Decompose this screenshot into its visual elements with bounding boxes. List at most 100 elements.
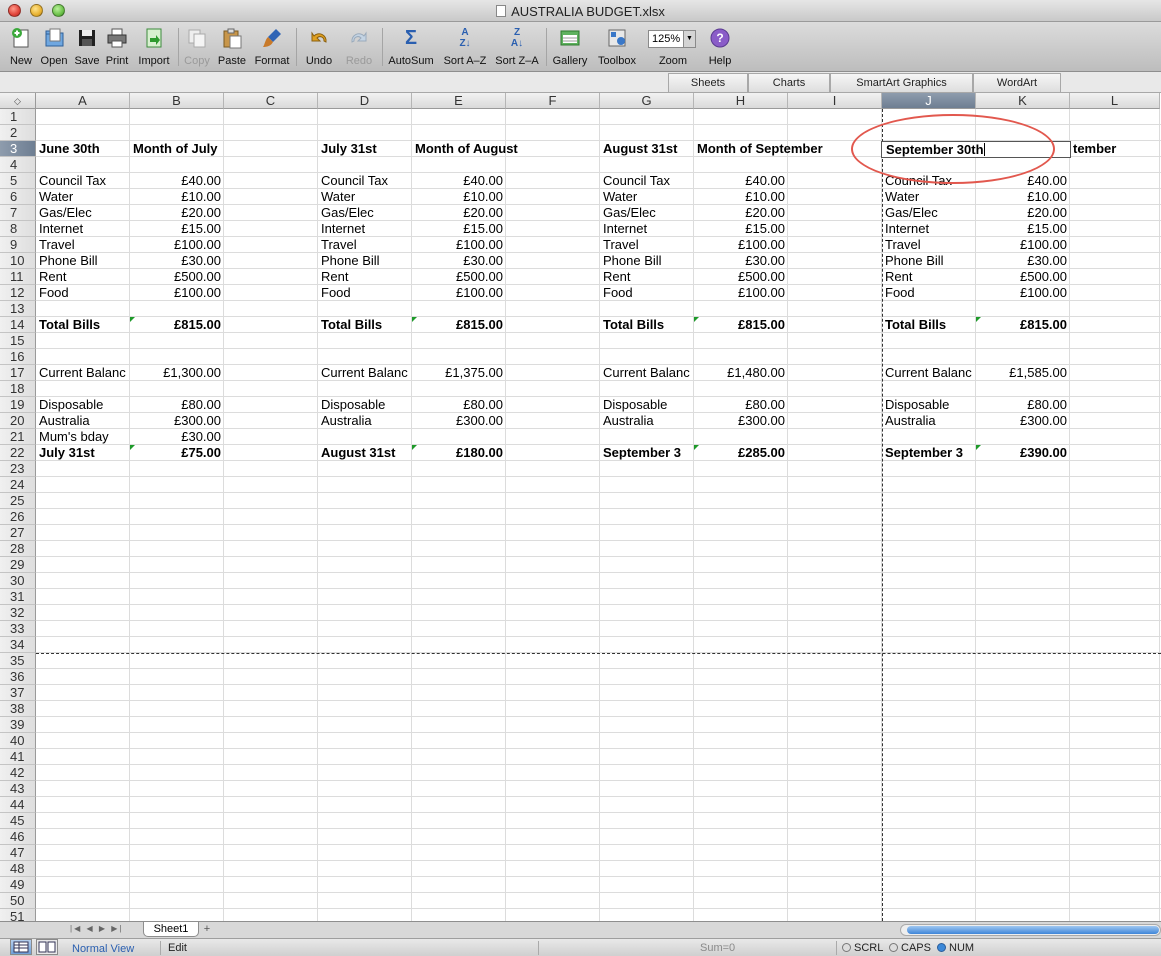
- column-header-j[interactable]: J: [882, 93, 976, 109]
- balance-label-cell[interactable]: Current Balanc: [318, 365, 412, 381]
- end-date-cell[interactable]: September 3: [600, 445, 694, 461]
- row-header-6[interactable]: 6: [0, 189, 36, 205]
- row-header-37[interactable]: 37: [0, 685, 36, 701]
- end-balance-cell[interactable]: £285.00: [694, 445, 788, 461]
- bill-amount-cell[interactable]: £40.00: [130, 173, 224, 189]
- balance-value-cell[interactable]: £1,300.00: [130, 365, 224, 381]
- column-header-a[interactable]: A: [36, 93, 130, 109]
- australia-label-cell[interactable]: Australia: [36, 413, 130, 429]
- bill-label-cell[interactable]: Travel: [600, 237, 694, 253]
- bill-amount-cell[interactable]: £100.00: [694, 237, 788, 253]
- row-header-8[interactable]: 8: [0, 221, 36, 237]
- row-header-42[interactable]: 42: [0, 765, 36, 781]
- column-header-f[interactable]: F: [506, 93, 600, 109]
- end-balance-cell[interactable]: £390.00: [976, 445, 1070, 461]
- column-header-e[interactable]: E: [412, 93, 506, 109]
- row-header-50[interactable]: 50: [0, 893, 36, 909]
- row-header-16[interactable]: 16: [0, 349, 36, 365]
- bill-label-cell[interactable]: Water: [318, 189, 412, 205]
- bill-label-cell[interactable]: Gas/Elec: [882, 205, 976, 221]
- sort-ascending-button[interactable]: A Z↓ Sort A–Z: [440, 25, 490, 71]
- bill-label-cell[interactable]: Phone Bill: [882, 253, 976, 269]
- bill-amount-cell[interactable]: £100.00: [694, 285, 788, 301]
- column-header-i[interactable]: I: [788, 93, 882, 109]
- new-button[interactable]: New: [6, 25, 36, 71]
- bill-amount-cell[interactable]: £15.00: [412, 221, 506, 237]
- total-value-cell[interactable]: £815.00: [976, 317, 1070, 333]
- bill-amount-cell[interactable]: £20.00: [412, 205, 506, 221]
- add-sheet-icon[interactable]: +: [200, 923, 214, 936]
- disposable-value-cell[interactable]: £80.00: [976, 397, 1070, 413]
- header-date-cell[interactable]: June 30th: [36, 141, 130, 157]
- bill-label-cell[interactable]: Water: [600, 189, 694, 205]
- bill-label-cell[interactable]: Gas/Elec: [36, 205, 130, 221]
- row-header-47[interactable]: 47: [0, 845, 36, 861]
- bill-amount-cell[interactable]: £15.00: [130, 221, 224, 237]
- row-header-22[interactable]: 22: [0, 445, 36, 461]
- row-header-11[interactable]: 11: [0, 269, 36, 285]
- row-header-24[interactable]: 24: [0, 477, 36, 493]
- row-header-5[interactable]: 5: [0, 173, 36, 189]
- row-header-3[interactable]: 3: [0, 141, 36, 157]
- disposable-value-cell[interactable]: £80.00: [130, 397, 224, 413]
- column-header-c[interactable]: C: [224, 93, 318, 109]
- horizontal-scrollbar[interactable]: [900, 924, 1161, 936]
- bill-label-cell[interactable]: Internet: [318, 221, 412, 237]
- paste-button[interactable]: Paste: [214, 25, 250, 71]
- page-layout-view-button[interactable]: [36, 939, 58, 955]
- bill-label-cell[interactable]: Water: [882, 189, 976, 205]
- column-header-h[interactable]: H: [694, 93, 788, 109]
- row-header-9[interactable]: 9: [0, 237, 36, 253]
- bill-label-cell[interactable]: Rent: [36, 269, 130, 285]
- print-button[interactable]: Print: [102, 25, 132, 71]
- bill-label-cell[interactable]: Rent: [600, 269, 694, 285]
- row-header-2[interactable]: 2: [0, 125, 36, 141]
- row-header-31[interactable]: 31: [0, 589, 36, 605]
- bill-label-cell[interactable]: Water: [36, 189, 130, 205]
- row-header-33[interactable]: 33: [0, 621, 36, 637]
- tab-wordart[interactable]: WordArt: [973, 73, 1061, 92]
- total-value-cell[interactable]: £815.00: [130, 317, 224, 333]
- end-date-cell[interactable]: July 31st: [36, 445, 130, 461]
- disposable-label-cell[interactable]: Disposable: [36, 397, 130, 413]
- sheet-nav-arrows[interactable]: |◀ ◀ ▶ ▶|: [70, 924, 136, 936]
- save-button[interactable]: Save: [72, 25, 102, 71]
- open-button[interactable]: Open: [38, 25, 70, 71]
- bill-label-cell[interactable]: Travel: [36, 237, 130, 253]
- balance-value-cell[interactable]: £1,585.00: [976, 365, 1070, 381]
- australia-value-cell[interactable]: £300.00: [694, 413, 788, 429]
- bill-amount-cell[interactable]: £100.00: [976, 285, 1070, 301]
- bill-label-cell[interactable]: Phone Bill: [318, 253, 412, 269]
- row-header-44[interactable]: 44: [0, 797, 36, 813]
- bill-label-cell[interactable]: Rent: [318, 269, 412, 285]
- bill-label-cell[interactable]: Phone Bill: [600, 253, 694, 269]
- bill-label-cell[interactable]: Travel: [882, 237, 976, 253]
- end-balance-cell[interactable]: £75.00: [130, 445, 224, 461]
- row-header-10[interactable]: 10: [0, 253, 36, 269]
- row-header-19[interactable]: 19: [0, 397, 36, 413]
- row-header-12[interactable]: 12: [0, 285, 36, 301]
- bill-amount-cell[interactable]: £500.00: [130, 269, 224, 285]
- balance-value-cell[interactable]: £1,480.00: [694, 365, 788, 381]
- tab-sheets[interactable]: Sheets: [668, 73, 748, 92]
- bill-label-cell[interactable]: Internet: [600, 221, 694, 237]
- column-header-k[interactable]: K: [976, 93, 1070, 109]
- bill-label-cell[interactable]: Council Tax: [600, 173, 694, 189]
- total-label-cell[interactable]: Total Bills: [882, 317, 976, 333]
- worksheet-grid[interactable]: ◇ ABCDEFGHIJKL 1 2 3 4 5 6 7 8 9 10 11 12 13 14 15 16 17…: [0, 93, 1161, 921]
- disposable-value-cell[interactable]: £80.00: [694, 397, 788, 413]
- normal-view-button[interactable]: [10, 939, 32, 955]
- row-header-46[interactable]: 46: [0, 829, 36, 845]
- bill-label-cell[interactable]: Phone Bill: [36, 253, 130, 269]
- row-header-32[interactable]: 32: [0, 605, 36, 621]
- australia-label-cell[interactable]: Australia: [882, 413, 976, 429]
- row-header-27[interactable]: 27: [0, 525, 36, 541]
- bill-amount-cell[interactable]: £100.00: [976, 237, 1070, 253]
- bill-amount-cell[interactable]: £30.00: [130, 253, 224, 269]
- undo-button[interactable]: Undo: [300, 25, 338, 71]
- total-label-cell[interactable]: Total Bills: [600, 317, 694, 333]
- row-header-25[interactable]: 25: [0, 493, 36, 509]
- row-header-40[interactable]: 40: [0, 733, 36, 749]
- bill-label-cell[interactable]: Council Tax: [318, 173, 412, 189]
- bill-amount-cell[interactable]: £20.00: [694, 205, 788, 221]
